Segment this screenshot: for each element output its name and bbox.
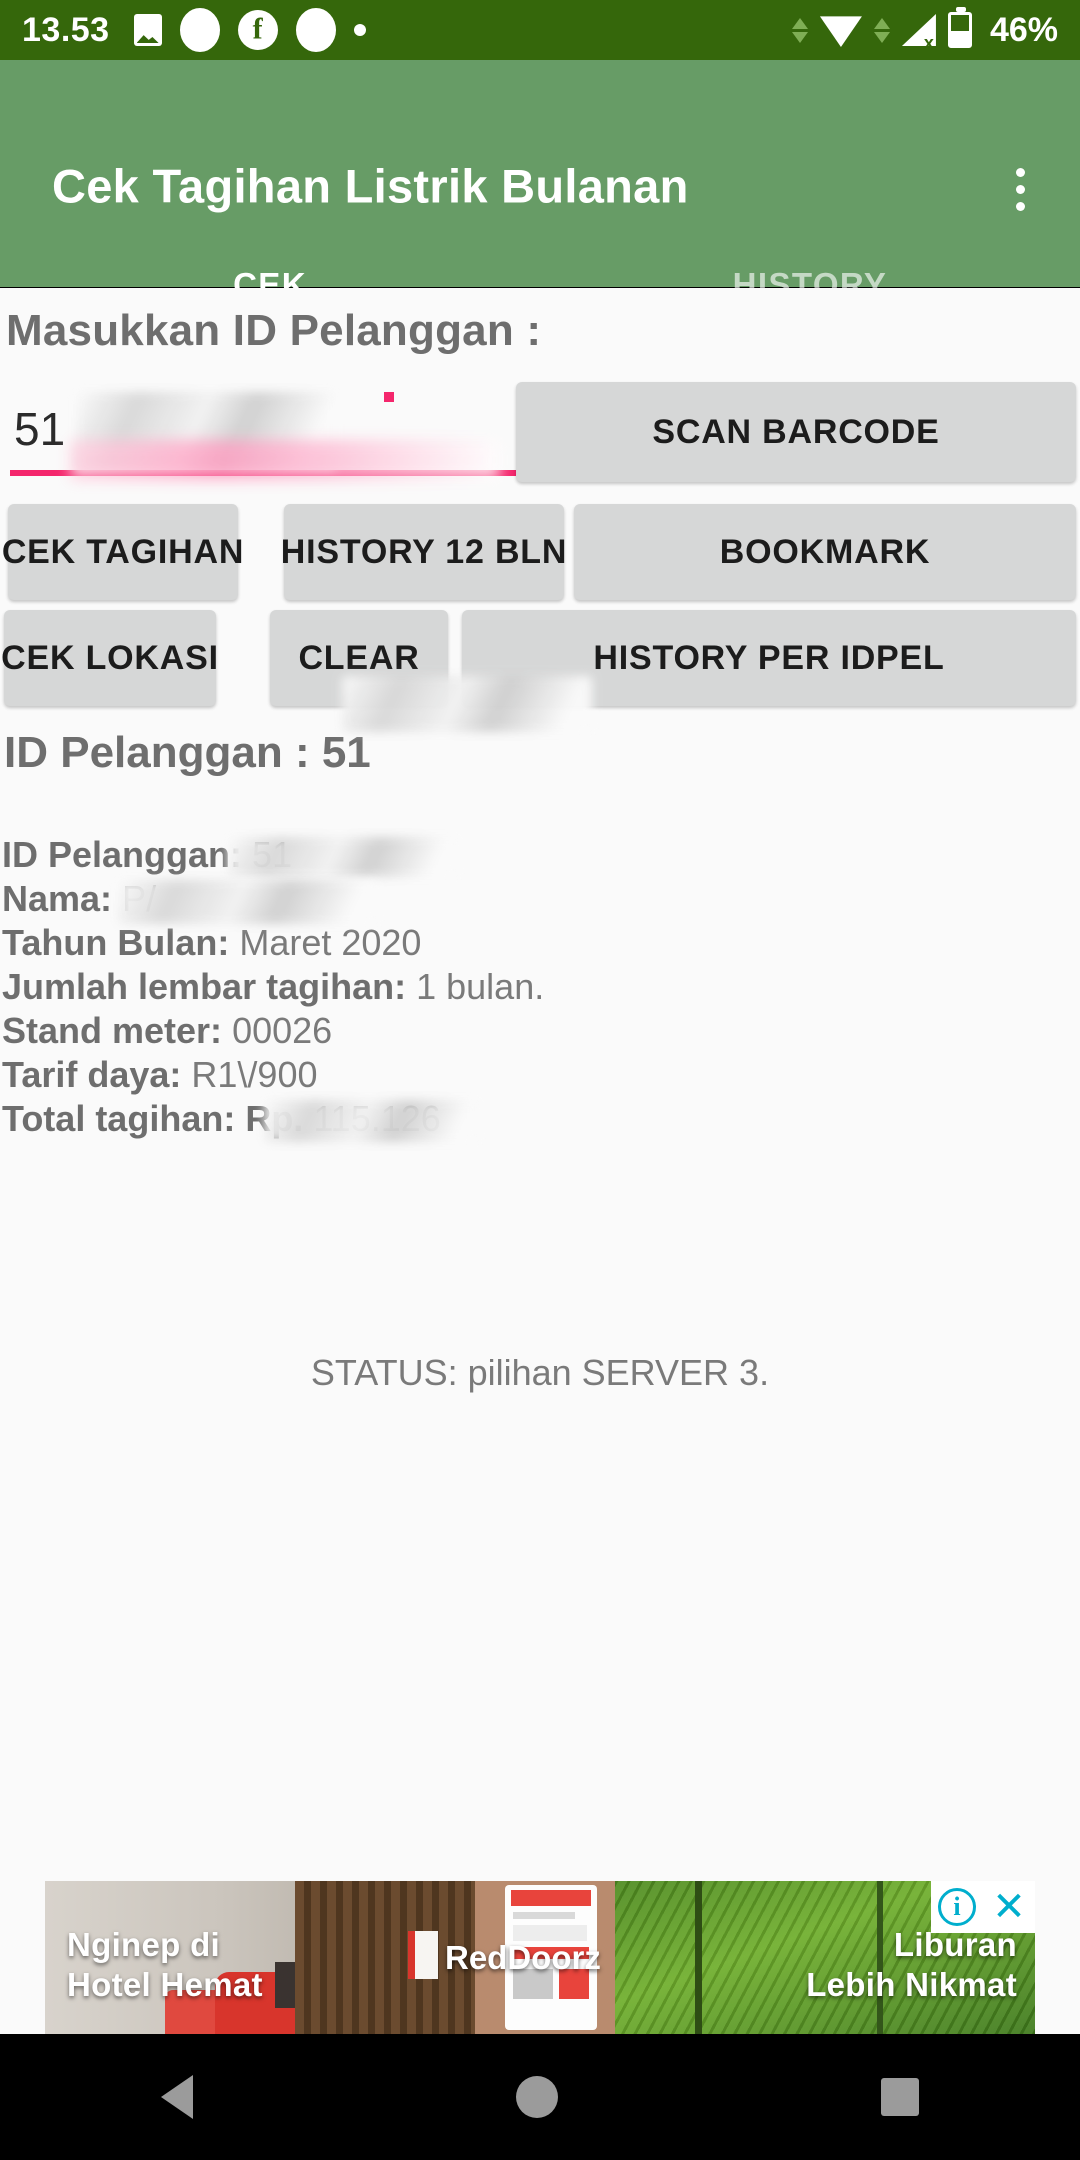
wifi-icon	[819, 16, 862, 47]
ad-phone-line-1	[513, 1912, 575, 1919]
detail-row-stand-meter: Stand meter: 00026	[2, 1009, 1072, 1053]
history-12-bln-button[interactable]: HISTORY 12 BLN	[281, 504, 566, 600]
dot-icon	[353, 24, 366, 36]
section-title: Masukkan ID Pelanggan :	[6, 306, 542, 355]
home-button-icon[interactable]	[515, 2076, 558, 2118]
redacted-idpel-smear-underline	[70, 440, 500, 480]
ad-brand-name: RedDoorz	[445, 1939, 601, 1976]
ad-brand-logo-icon	[408, 1931, 438, 1979]
ad-headline-left: Nginep di Hotel Hemat	[67, 1926, 263, 2003]
detail-row-lembar: Jumlah lembar tagihan: 1 bulan.	[2, 965, 1072, 1009]
detail-label-stand-meter: Stand meter:	[2, 1010, 223, 1051]
detail-row-tarif-daya: Tarif daya: R1\/900	[2, 1053, 1072, 1097]
status-notification-icons	[133, 8, 792, 52]
oval-icon-2	[295, 8, 336, 52]
status-bar: 13.53 46%	[0, 0, 1080, 60]
signal-off-icon	[901, 14, 936, 46]
cursor-tick	[384, 392, 394, 402]
result-heading-label: ID Pelanggan :	[4, 728, 310, 777]
bookmark-button[interactable]: BOOKMARK	[574, 504, 1076, 600]
idpel-input-value: 51	[14, 403, 66, 455]
data-transfer-icon	[791, 17, 808, 43]
ad-palm-trunk	[695, 1881, 702, 2034]
detail-row-idpel: ID Pelanggan: 51	[2, 833, 1072, 877]
phone-screen: 13.53 46% Cek Tagihan Listrik Bulanan CE…	[0, 0, 1080, 2160]
redacted-nama-smear	[118, 880, 378, 924]
redacted-stand-meter-smear	[264, 1100, 479, 1142]
main-content: Masukkan ID Pelanggan : 51 SCAN BARCODE …	[0, 288, 1080, 1881]
redacted-idpel-detail-smear	[228, 837, 458, 877]
oval-icon	[179, 8, 220, 52]
battery-icon	[947, 7, 972, 48]
status-time: 13.53	[22, 10, 110, 49]
detail-value-lembar: 1 bulan.	[416, 966, 545, 1007]
detail-label-tahun-bulan: Tahun Bulan:	[2, 922, 230, 963]
detail-label-idpel: ID Pelanggan:	[2, 834, 243, 875]
cek-tagihan-button[interactable]: CEK TAGIHAN	[2, 504, 243, 600]
ad-phone-header	[511, 1890, 591, 1906]
cek-lokasi-button[interactable]: CEK LOKASI	[1, 610, 218, 706]
battery-percent: 46%	[989, 10, 1058, 49]
navigation-bar	[0, 2034, 1080, 2160]
recent-apps-button-icon[interactable]	[880, 2078, 919, 2116]
data-transfer-icon-2	[873, 17, 890, 43]
app-bar: Cek Tagihan Listrik Bulanan CEK HISTORY	[0, 60, 1080, 348]
ad-close-glyph: ✕	[992, 1885, 1026, 1929]
ad-info-glyph: i	[938, 1888, 976, 1926]
ad-close-icon[interactable]: ✕	[983, 1881, 1035, 1933]
detail-value-tarif-daya: R1\/900	[191, 1054, 318, 1095]
ad-info-icon[interactable]: i	[931, 1881, 983, 1933]
detail-label-lembar: Jumlah lembar tagihan:	[2, 966, 407, 1007]
image-icon	[133, 14, 162, 46]
detail-value-tahun-bulan: Maret 2020	[239, 922, 422, 963]
ad-banner-container: Nginep di Hotel Hemat RedDoorz Liburan L…	[0, 1881, 1080, 2034]
result-heading-value: 51	[321, 728, 371, 777]
ad-banner[interactable]: Nginep di Hotel Hemat RedDoorz Liburan L…	[45, 1881, 1035, 2034]
back-button-icon[interactable]	[161, 2075, 194, 2119]
result-heading: ID Pelanggan : 51	[4, 728, 371, 778]
idpel-input-row: 51 SCAN BARCODE	[0, 378, 1080, 488]
detail-row-total-tagihan: Total tagihan: Rp. 115.126	[2, 1097, 1072, 1141]
status-system-icons: 46%	[791, 7, 1058, 50]
detail-label-nama: Nama:	[2, 878, 113, 919]
detail-row-tahun-bulan: Tahun Bulan: Maret 2020	[2, 921, 1072, 965]
detail-label-tarif-daya: Tarif daya:	[2, 1054, 182, 1095]
redacted-heading-smear	[342, 676, 592, 732]
detail-value-stand-meter: 00026	[232, 1010, 333, 1051]
overflow-menu-icon[interactable]	[990, 156, 1050, 222]
status-message: STATUS: pilihan SERVER 3.	[310, 1352, 770, 1393]
action-row-1: CEK TAGIHAN HISTORY 12 BLN BOOKMARK	[0, 504, 1080, 600]
page-title: Cek Tagihan Listrik Bulanan	[52, 159, 689, 213]
detail-label-total-tagihan: Total tagihan: Rp.	[2, 1098, 304, 1139]
ad-headline-right: Liburan Lebih Nikmat	[806, 1926, 1017, 2003]
scan-barcode-button[interactable]: SCAN BARCODE	[516, 382, 1076, 482]
facebook-icon	[237, 10, 278, 50]
